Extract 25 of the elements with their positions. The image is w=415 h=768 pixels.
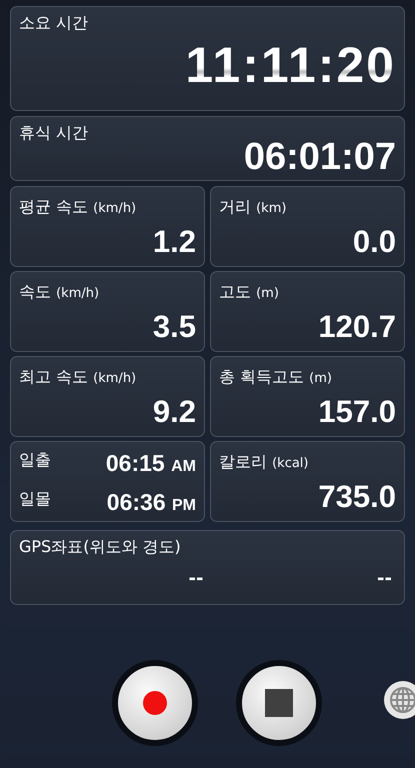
stat-value: 1.2 (152, 224, 196, 260)
stat-label: 최고 속도 (km/h) (19, 366, 136, 388)
stat-label: 거리 (km) (219, 196, 286, 218)
stat-value: 0.0 (352, 224, 396, 260)
stat-label: 속도 (km/h) (19, 282, 100, 303)
sun-time: 06:15 AM (106, 450, 196, 478)
sun-label: 일출 (19, 450, 51, 472)
stat-label: 고도 (m) (219, 282, 279, 303)
stat-value: 735.0 (318, 478, 396, 515)
rest-time-label: 휴식 시간 (19, 122, 88, 144)
stat-value: 3.5 (152, 308, 196, 345)
stat-label: 총 획득고도 (m) (219, 366, 332, 388)
stat-value: 120.7 (318, 308, 396, 345)
elapsed-time-label: 소요 시간 (19, 13, 88, 34)
stat-value: 157.0 (318, 394, 396, 430)
sun-label: 일몰 (19, 489, 51, 510)
stat-label: 칼로리 (kcal) (219, 452, 308, 473)
sun-time: 06:36 PM (106, 489, 196, 516)
longitude-value: -- (376, 568, 393, 589)
gps-label: GPS좌표(위도와 경도) (19, 536, 181, 558)
latitude-value: -- (188, 568, 204, 589)
globe-icon[interactable] (383, 680, 415, 720)
stat-label: 평균 속도 (km/h) (19, 196, 136, 218)
rest-time-value: 06:01:07 (244, 136, 396, 179)
stat-value: 9.2 (152, 394, 196, 430)
